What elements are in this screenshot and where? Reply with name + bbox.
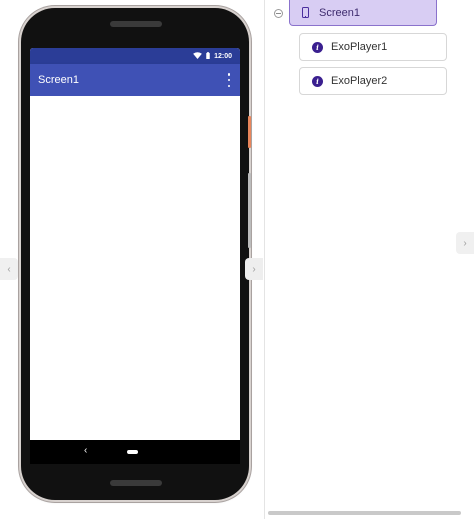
collapse-toggle-icon[interactable]: [274, 9, 283, 18]
tree-node-exoplayer2[interactable]: i ExoPlayer2: [299, 67, 447, 95]
phone-frame: 12:00 Screen1 ‹: [21, 8, 251, 500]
phone-icon: [302, 7, 309, 18]
screen-title-bar: Screen1: [30, 64, 240, 96]
screen-content-area[interactable]: [30, 96, 240, 464]
tree-node-label: ExoPlayer2: [331, 75, 388, 87]
battery-icon: [206, 51, 210, 61]
nav-home-icon[interactable]: [127, 450, 138, 454]
exoplayer-icon: i: [312, 75, 323, 87]
phone-volume-button: [248, 173, 251, 248]
screen-title: Screen1: [38, 74, 79, 86]
left-arrow-icon[interactable]: ‹: [0, 258, 18, 280]
tree-node-label: ExoPlayer1: [331, 41, 388, 53]
nav-back-icon[interactable]: ‹: [84, 446, 87, 456]
status-time: 12:00: [214, 52, 232, 60]
components-tree-panel: Screen1 i ExoPlayer1 i ExoPlayer2: [264, 0, 474, 519]
tree-node-exoplayer1[interactable]: i ExoPlayer1: [299, 33, 447, 61]
status-bar: 12:00: [30, 48, 240, 64]
wifi-icon: [193, 51, 202, 61]
tree-node-label: Screen1: [319, 6, 360, 19]
phone-power-button: [248, 116, 251, 148]
overflow-menu-icon[interactable]: [227, 73, 231, 87]
phone-screen: 12:00 Screen1: [30, 48, 240, 464]
phone-speaker-bottom: [110, 480, 162, 486]
android-nav-bar: ‹: [30, 440, 240, 464]
tree-node-screen1[interactable]: Screen1: [289, 0, 437, 26]
collapse-viewer-arrow-icon[interactable]: ›: [245, 258, 263, 280]
viewer-panel: 12:00 Screen1 ‹ ‹ ›: [0, 0, 264, 519]
horizontal-scrollbar[interactable]: [268, 511, 461, 515]
phone-speaker-top: [110, 21, 162, 27]
right-arrow-icon[interactable]: ›: [456, 232, 474, 254]
exoplayer-icon: i: [312, 41, 323, 53]
